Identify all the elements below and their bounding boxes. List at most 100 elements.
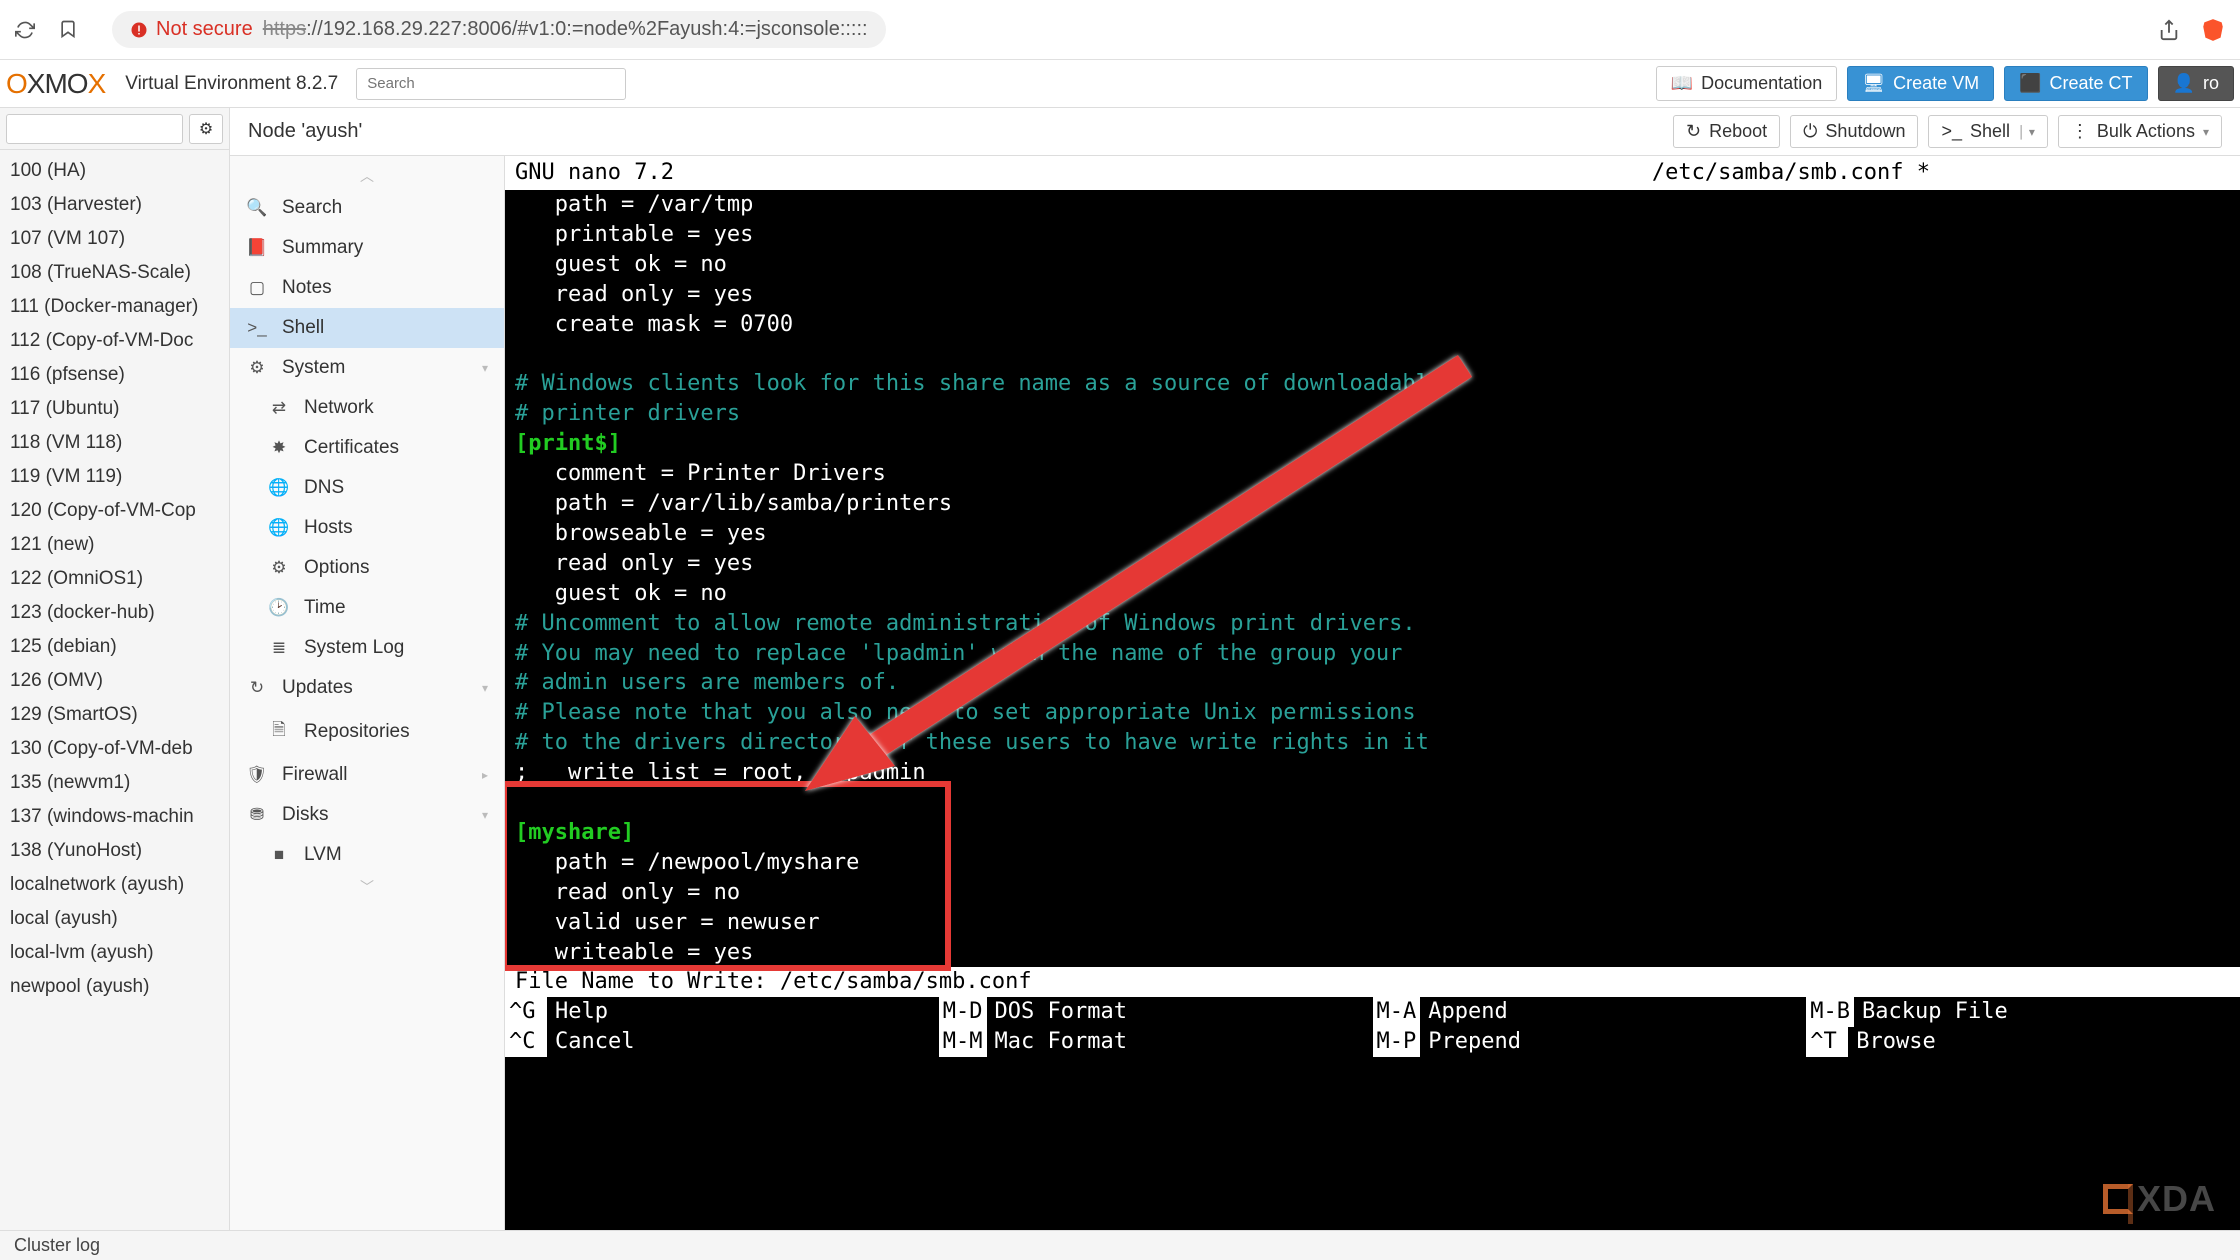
tree-item[interactable]: local-lvm (ayush) xyxy=(0,936,229,970)
create-ct-button[interactable]: ⬛Create CT xyxy=(2004,66,2147,101)
menu-lvm[interactable]: ■LVM xyxy=(230,835,504,875)
bulk-actions-button[interactable]: ⋮Bulk Actions▾ xyxy=(2058,115,2222,148)
list-icon: ≣ xyxy=(268,638,290,658)
tree-item[interactable]: 103 (Harvester) xyxy=(0,188,229,222)
shutdown-button[interactable]: ⏻Shutdown xyxy=(1790,115,1918,148)
not-secure-badge: Not secure xyxy=(130,18,253,41)
nano-shortcut: ^GHelp xyxy=(505,997,939,1027)
disk-icon: ⛃ xyxy=(246,805,268,825)
create-vm-button[interactable]: 🖥Create VM xyxy=(1847,66,1994,101)
view-selector[interactable] xyxy=(6,114,183,144)
bookmark-icon[interactable] xyxy=(58,19,80,41)
file-icon: 🗎 xyxy=(268,717,290,746)
tree-item[interactable]: 118 (VM 118) xyxy=(0,426,229,460)
menu-updates[interactable]: ↻Updates▾ xyxy=(230,668,504,708)
browser-address-bar: Not secure https://192.168.29.227:8006/#… xyxy=(0,0,2240,60)
menu-disks[interactable]: ⛃Disks▾ xyxy=(230,795,504,835)
reboot-button[interactable]: ↻Reboot xyxy=(1673,115,1780,148)
note-icon: ▢ xyxy=(246,278,268,298)
tree-item[interactable]: 122 (OmniOS1) xyxy=(0,562,229,596)
page-title: Node 'ayush' xyxy=(248,120,362,143)
tree-item[interactable]: 108 (TrueNAS-Scale) xyxy=(0,256,229,290)
status-bar[interactable]: Cluster log xyxy=(0,1230,2240,1260)
square-icon: ■ xyxy=(268,845,290,865)
menu-repositories[interactable]: 🗎Repositories xyxy=(230,708,504,755)
menu-dns[interactable]: 🌐DNS xyxy=(230,468,504,508)
menu-summary[interactable]: 📕Summary xyxy=(230,228,504,268)
url-bar[interactable]: Not secure https://192.168.29.227:8006/#… xyxy=(112,11,886,48)
menu-search[interactable]: 🔍Search xyxy=(230,188,504,228)
tree-item[interactable]: localnetwork (ayush) xyxy=(0,868,229,902)
tree-item[interactable]: 121 (new) xyxy=(0,528,229,562)
menu-options[interactable]: ⚙Options xyxy=(230,548,504,588)
global-search-input[interactable] xyxy=(356,68,626,100)
url-text: https://192.168.29.227:8006/#v1:0:=node%… xyxy=(263,18,868,41)
nano-shortcut: M-MMac Format xyxy=(939,1027,1373,1057)
menu-time[interactable]: 🕑Time xyxy=(230,588,504,628)
nano-prompt: File Name to Write: /etc/samba/smb.conf xyxy=(505,967,2240,997)
settings-button[interactable]: ⚙ xyxy=(189,114,223,144)
gear-icon: ⚙ xyxy=(268,558,290,578)
tree-item[interactable]: 112 (Copy-of-VM-Doc xyxy=(0,324,229,358)
network-icon: ⇄ xyxy=(268,398,290,418)
nano-shortcut: M-BBackup File xyxy=(1806,997,2240,1027)
shell-button[interactable]: >_Shell│ ▾ xyxy=(1928,115,2047,148)
cert-icon: ✸ xyxy=(268,438,290,458)
cube-icon: ⬛ xyxy=(2019,73,2041,94)
gear-icon: ⚙ xyxy=(246,358,268,378)
documentation-button[interactable]: 📖Documentation xyxy=(1656,66,1838,101)
tree-item[interactable]: 119 (VM 119) xyxy=(0,460,229,494)
tree-item[interactable]: local (ayush) xyxy=(0,902,229,936)
proxmox-logo: OXMOX xyxy=(0,68,111,100)
tree-item[interactable]: 129 (SmartOS) xyxy=(0,698,229,732)
tree-item[interactable]: newpool (ayush) xyxy=(0,970,229,1004)
globe-icon: 🌐 xyxy=(268,518,290,538)
reboot-icon: ↻ xyxy=(1686,121,1701,142)
refresh-icon: ↻ xyxy=(246,678,268,698)
menu-notes[interactable]: ▢Notes xyxy=(230,268,504,308)
nano-shortcut: ^CCancel xyxy=(505,1027,939,1057)
terminal-icon: >_ xyxy=(1941,121,1962,142)
tree-item[interactable]: 126 (OMV) xyxy=(0,664,229,698)
scroll-up-icon[interactable]: ︿ xyxy=(230,164,504,188)
tree-item[interactable]: 138 (YunoHost) xyxy=(0,834,229,868)
tree-item[interactable]: 123 (docker-hub) xyxy=(0,596,229,630)
menu-certificates[interactable]: ✸Certificates xyxy=(230,428,504,468)
nano-footer: ^GHelp^CCancelM-DDOS FormatM-MMac Format… xyxy=(505,997,2240,1057)
menu-system[interactable]: ⚙System▾ xyxy=(230,348,504,388)
tree-item[interactable]: 107 (VM 107) xyxy=(0,222,229,256)
menu-hosts[interactable]: 🌐Hosts xyxy=(230,508,504,548)
menu-firewall[interactable]: 🛡Firewall▸ xyxy=(230,755,504,795)
nano-shortcut: M-PPrepend xyxy=(1373,1027,1807,1057)
tree-item[interactable]: 116 (pfsense) xyxy=(0,358,229,392)
tree-item[interactable]: 100 (HA) xyxy=(0,154,229,188)
power-icon: ⏻ xyxy=(1803,121,1817,142)
tree-item[interactable]: 137 (windows-machin xyxy=(0,800,229,834)
brave-icon[interactable] xyxy=(2200,17,2226,43)
tree-item[interactable]: 111 (Docker-manager) xyxy=(0,290,229,324)
tree-item[interactable]: 120 (Copy-of-VM-Cop xyxy=(0,494,229,528)
scroll-down-icon[interactable]: ﹀ xyxy=(230,875,504,899)
globe-icon: 🌐 xyxy=(268,478,290,498)
tree-item[interactable]: 125 (debian) xyxy=(0,630,229,664)
menu-shell[interactable]: >_Shell xyxy=(230,308,504,348)
shell-terminal[interactable]: GNU nano 7.2 /etc/samba/smb.conf * path … xyxy=(505,156,2240,1230)
nano-title-bar: GNU nano 7.2 /etc/samba/smb.conf * xyxy=(505,156,2240,190)
resource-tree-pane: ⚙ 100 (HA)103 (Harvester)107 (VM 107)108… xyxy=(0,108,230,1230)
search-icon: 🔍 xyxy=(246,198,268,218)
user-menu-button[interactable]: 👤ro xyxy=(2158,66,2234,101)
menu-syslog[interactable]: ≣System Log xyxy=(230,628,504,668)
tree-item[interactable]: 130 (Copy-of-VM-deb xyxy=(0,732,229,766)
book-icon: 📕 xyxy=(246,238,268,258)
resource-tree[interactable]: 100 (HA)103 (Harvester)107 (VM 107)108 (… xyxy=(0,150,229,1230)
tree-item[interactable]: 135 (newvm1) xyxy=(0,766,229,800)
xda-watermark: XDA xyxy=(2103,1178,2216,1220)
reload-icon[interactable] xyxy=(14,19,36,41)
shield-icon: 🛡 xyxy=(246,765,268,785)
menu-icon: ⋮ xyxy=(2071,121,2089,142)
nano-shortcut: M-AAppend xyxy=(1373,997,1807,1027)
tree-item[interactable]: 117 (Ubuntu) xyxy=(0,392,229,426)
annotation-highlight xyxy=(505,781,951,971)
share-icon[interactable] xyxy=(2158,19,2180,41)
menu-network[interactable]: ⇄Network xyxy=(230,388,504,428)
